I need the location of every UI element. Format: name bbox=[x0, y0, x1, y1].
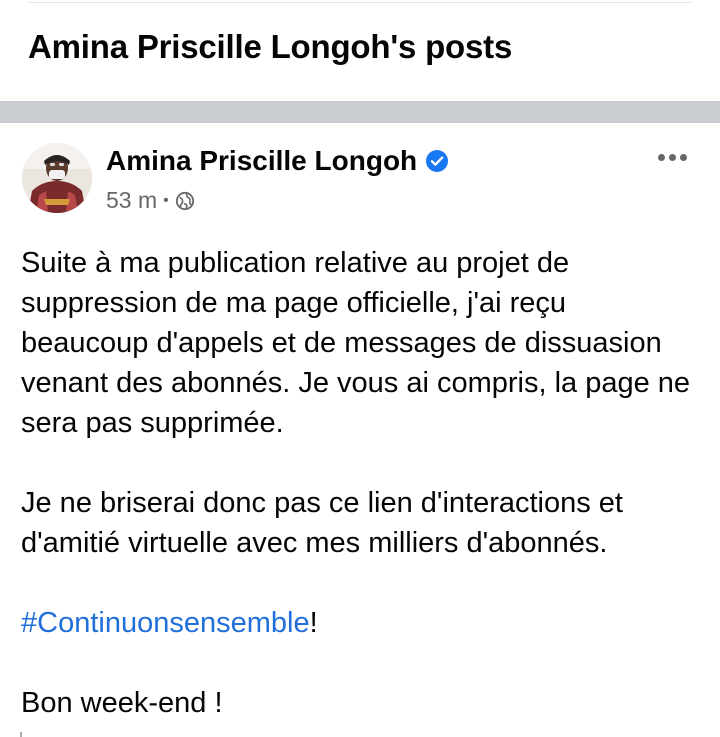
verified-badge-icon bbox=[426, 150, 449, 172]
meta-separator: • bbox=[163, 191, 169, 209]
author-avatar[interactable] bbox=[22, 143, 92, 213]
author-name[interactable]: Amina Priscille Longoh bbox=[106, 145, 417, 177]
section-divider bbox=[0, 101, 720, 123]
post-paragraph-2: Je ne briserai donc pas ce lien d'intera… bbox=[21, 487, 623, 559]
hashtag-line: #Continuonsensemble! bbox=[21, 603, 701, 643]
top-divider-line bbox=[28, 2, 692, 3]
post-meta: 53 m • bbox=[106, 187, 195, 214]
post-card: Amina Priscille Longoh 53 m • Suite à ma… bbox=[0, 123, 720, 737]
post-timestamp[interactable]: 53 m bbox=[106, 187, 157, 214]
author-name-row[interactable]: Amina Priscille Longoh bbox=[106, 145, 449, 177]
hashtag-link[interactable]: #Continuonsensemble bbox=[21, 607, 310, 639]
avatar-image bbox=[22, 143, 92, 213]
page-header: Amina Priscille Longoh's posts bbox=[0, 6, 720, 101]
post-closing: Bon week-end ! bbox=[21, 687, 223, 719]
hashtag-suffix: ! bbox=[309, 607, 318, 639]
more-dot bbox=[657, 153, 665, 161]
page: Amina Priscille Longoh's posts Amina Pri… bbox=[0, 0, 720, 737]
globe-icon bbox=[175, 191, 194, 210]
post-body: Suite à ma publication relative au proje… bbox=[21, 243, 701, 723]
more-dot bbox=[679, 153, 687, 161]
more-dot bbox=[668, 153, 676, 161]
bottom-edge-mark bbox=[20, 732, 22, 737]
page-title: Amina Priscille Longoh's posts bbox=[28, 28, 513, 65]
more-options-icon[interactable] bbox=[652, 147, 692, 167]
post-paragraph-1: Suite à ma publication relative au proje… bbox=[21, 247, 691, 439]
